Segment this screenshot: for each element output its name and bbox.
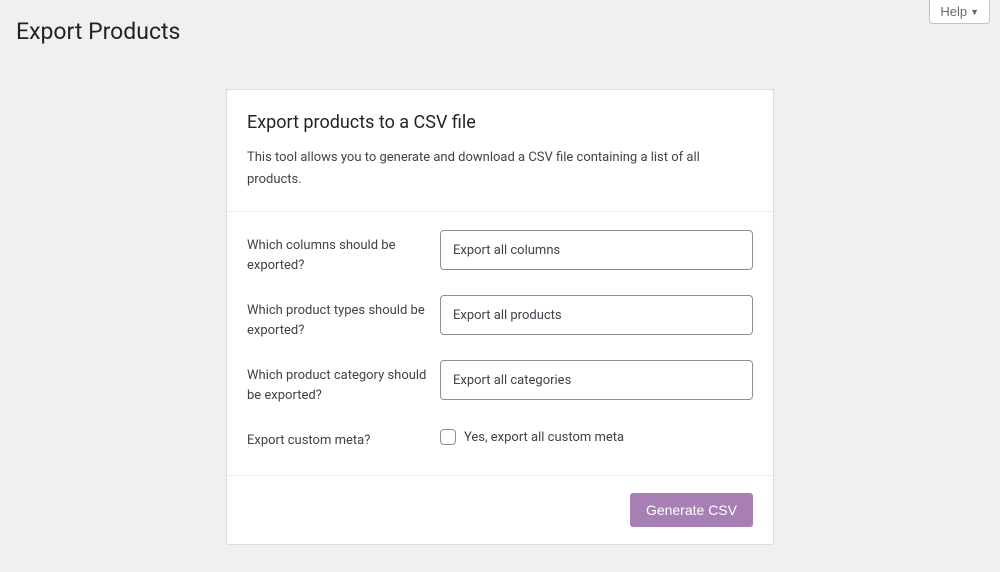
chevron-down-icon: ▼: [970, 7, 979, 17]
types-select[interactable]: Export all products: [440, 295, 753, 335]
panel-footer: Generate CSV: [227, 475, 773, 544]
columns-select[interactable]: Export all columns: [440, 230, 753, 270]
export-panel: Export products to a CSV file This tool …: [226, 89, 774, 545]
page-title: Export Products: [0, 0, 1000, 45]
categories-label: Which product category should be exporte…: [247, 360, 440, 405]
categories-select[interactable]: Export all categories: [440, 360, 753, 400]
columns-label: Which columns should be exported?: [247, 230, 440, 275]
form-row-columns: Which columns should be exported? Export…: [247, 230, 753, 275]
panel-description: This tool allows you to generate and dow…: [247, 147, 753, 191]
generate-csv-button[interactable]: Generate CSV: [630, 493, 753, 527]
types-label: Which product types should be exported?: [247, 295, 440, 340]
help-label: Help: [940, 4, 967, 19]
form-row-meta: Export custom meta? Yes, export all cust…: [247, 425, 753, 451]
types-select-value: Export all products: [453, 308, 562, 323]
categories-select-value: Export all categories: [453, 373, 571, 388]
meta-checkbox[interactable]: [440, 429, 456, 445]
meta-checkbox-label: Yes, export all custom meta: [464, 430, 624, 445]
meta-label: Export custom meta?: [247, 425, 440, 451]
form-row-types: Which product types should be exported? …: [247, 295, 753, 340]
panel-header: Export products to a CSV file This tool …: [227, 90, 773, 212]
form-row-categories: Which product category should be exporte…: [247, 360, 753, 405]
form-body: Which columns should be exported? Export…: [227, 212, 773, 475]
help-button[interactable]: Help ▼: [929, 0, 990, 24]
columns-select-value: Export all columns: [453, 243, 560, 258]
panel-title: Export products to a CSV file: [247, 112, 753, 133]
